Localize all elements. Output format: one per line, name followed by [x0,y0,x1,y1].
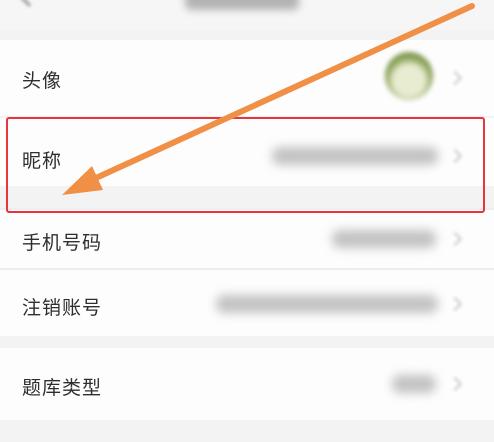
nickname-value [272,147,438,165]
profile-settings-screen: 头像 昵称 手机号码 注销账号 题库类型 [0,0,494,442]
question-bank-type-label: 题库类型 [22,377,103,399]
cancel-account-hint [216,295,438,313]
phone-value [332,230,436,248]
chevron-right-icon [447,231,463,247]
nickname-row[interactable]: 昵称 [0,118,494,186]
cancel-account-row[interactable]: 注销账号 [0,270,494,336]
cancel-account-label: 注销账号 [22,297,103,319]
back-icon[interactable] [19,0,39,7]
chevron-right-icon [447,148,463,164]
top-bar [0,0,494,30]
page-title [185,0,299,10]
avatar-row[interactable]: 头像 [0,40,494,116]
avatar[interactable] [385,52,433,100]
question-bank-type-row[interactable]: 题库类型 [0,348,494,420]
chevron-right-icon [447,70,463,86]
chevron-right-icon [447,296,463,312]
chevron-right-icon [447,376,463,392]
question-bank-type-value [392,375,436,393]
nickname-label: 昵称 [22,150,63,172]
avatar-label: 头像 [22,70,63,92]
phone-row[interactable]: 手机号码 [0,210,494,268]
phone-label: 手机号码 [22,232,103,254]
